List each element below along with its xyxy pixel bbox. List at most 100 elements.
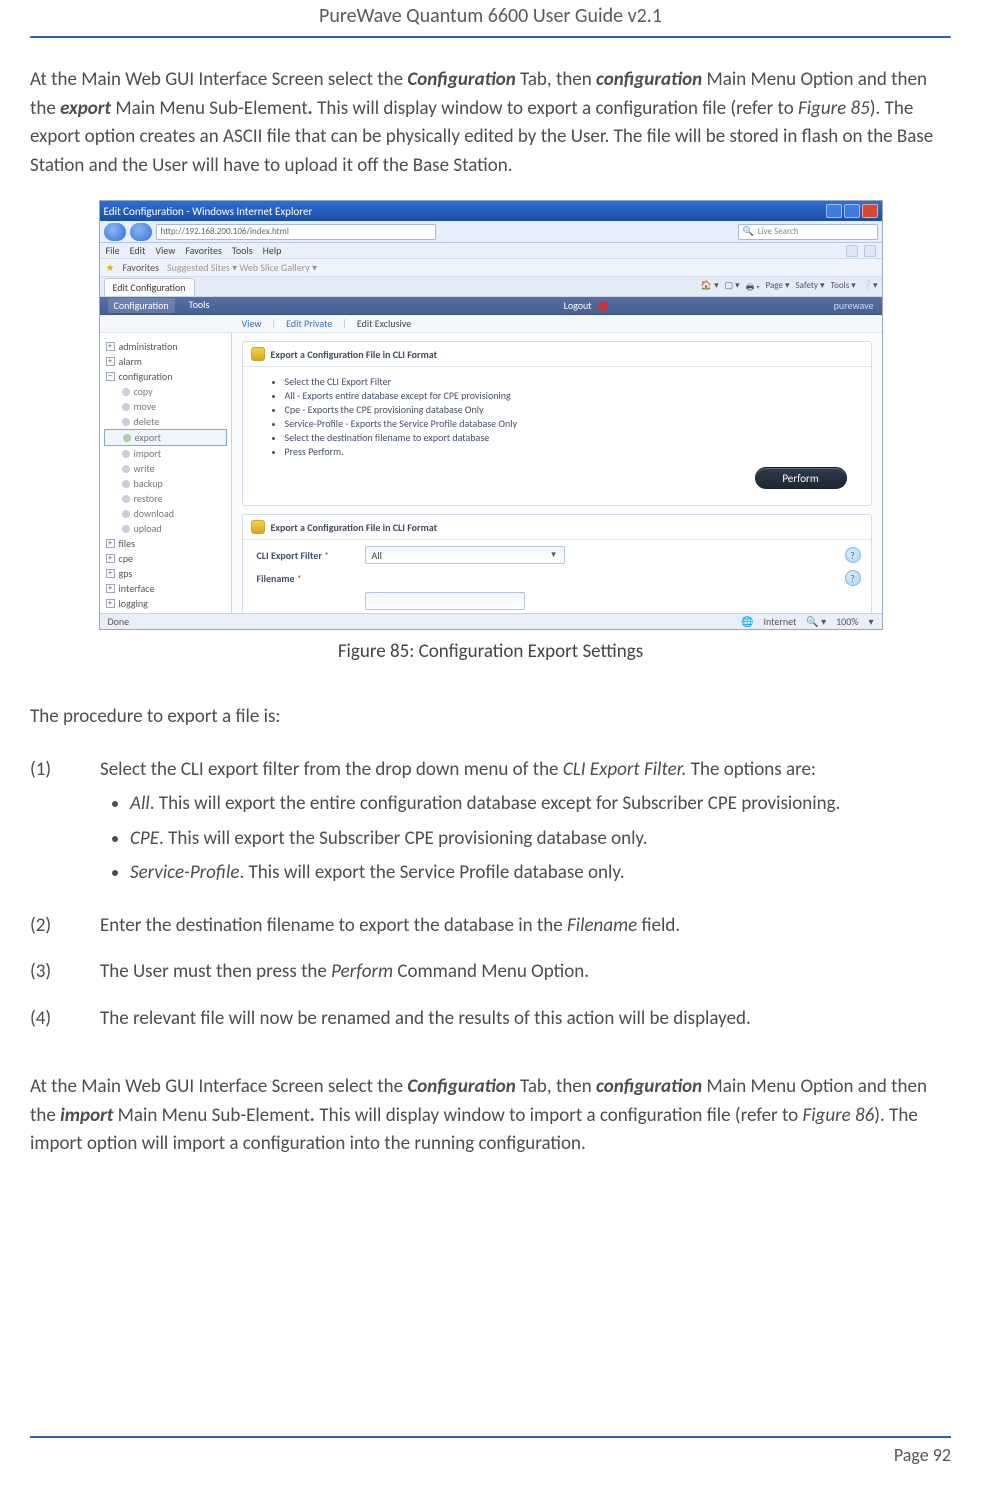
app-top-bar: Configuration Tools Logout purewave [100,297,882,315]
favorites-star-icon[interactable]: ★ [106,261,115,274]
tree-backup[interactable]: backup [104,476,227,491]
intro-paragraph-import: At the Main Web GUI Interface Screen sel… [30,1073,951,1159]
bullet-all: All. This will export the entire configu… [130,790,951,819]
menu-home-icon[interactable] [864,245,876,257]
step-4: (4) The relevant file will now be rename… [30,1005,951,1034]
browser-status-bar: Done 🌐 Internet 🔍 ▾ 100% ▾ [100,613,882,629]
cmd-home-icon[interactable]: 🏠 ▾ [701,280,719,296]
cmd-help-icon[interactable]: ❔▾ [862,280,878,296]
menu-close-tab-icon[interactable] [846,245,858,257]
step-2: (2) Enter the destination filename to ex… [30,912,951,941]
browser-command-bar: 🏠 ▾ ▢ ▾ 🖶 ▾ Page ▾ Safety ▾ Tools ▾ ❔▾ [701,280,878,296]
tree-cpe[interactable]: +cpe [104,551,227,566]
menu-extra-icons [846,245,876,257]
menu-edit[interactable]: Edit [130,244,146,257]
browser-tab[interactable]: Edit Configuration [104,278,195,296]
menu-file[interactable]: File [106,244,120,257]
cmd-print-icon[interactable]: 🖶 ▾ [746,280,760,296]
screenshot-ie-export: Edit Configuration - Windows Internet Ex… [99,200,883,630]
status-zoom[interactable]: 100% [836,615,858,628]
panel-title: Export a Configuration File in CLI Forma… [271,521,438,534]
tree-import[interactable]: import [104,446,227,461]
browser-menu-bar: File Edit View Favorites Tools Help [100,243,882,259]
logout-icon [598,301,608,311]
nav-back-icon[interactable] [104,223,126,241]
view-mode-edit-private[interactable]: Edit Private [286,317,332,330]
brand-label: purewave [834,299,874,312]
bullet-service-profile: Service-Profile. This will export the Se… [130,859,951,888]
menu-help[interactable]: Help [263,244,282,257]
cmd-tools[interactable]: Tools ▾ [831,280,856,296]
panel-icon [251,347,265,361]
browser-search-field[interactable]: 🔍 Live Search [738,224,878,240]
search-icon: 🔍 [743,226,754,237]
header-rule [30,36,951,38]
info-line: Service-Profile - Exports the Service Pr… [285,417,857,431]
figure-ref-86: Figure 86 [802,1104,874,1127]
favorites-label[interactable]: Favorites [122,261,159,274]
tree-files[interactable]: +files [104,536,227,551]
figure-caption: Figure 85: Configuration Export Settings [30,640,951,663]
panel-title: Export a Configuration File in CLI Forma… [271,348,438,361]
logout-link[interactable]: Logout [564,299,592,312]
doc-header: PureWave Quantum 6600 User Guide v2.1 [0,0,981,38]
info-line: Select the destination filename to expor… [285,431,857,445]
browser-address-bar: http://192.168.200.106/index.html 🔍 Live… [100,221,882,243]
tree-copy[interactable]: copy [104,384,227,399]
perform-button[interactable]: Perform [755,467,847,489]
status-zoom-icon: 🔍 ▾ [806,615,826,628]
cmd-page[interactable]: Page ▾ [766,280,790,296]
nav-tree[interactable]: +administration +alarm −configuration co… [100,333,232,613]
menu-view[interactable]: View [155,244,175,257]
status-zone: Internet [763,615,796,628]
browser-tab-strip: Edit Configuration 🏠 ▾ ▢ ▾ 🖶 ▾ Page ▾ Sa… [100,277,882,297]
main-content: Export a Configuration File in CLI Forma… [232,333,882,613]
tree-gps[interactable]: +gps [104,566,227,581]
filename-input[interactable] [365,592,525,610]
window-title: Edit Configuration - Windows Internet Ex… [104,205,313,218]
tree-administration[interactable]: +administration [104,339,227,354]
url-field[interactable]: http://192.168.200.106/index.html [156,224,436,240]
procedure-intro: The procedure to export a file is: [30,703,951,732]
favlinks[interactable]: Suggested Sites ▾ Web Slice Gallery ▾ [167,261,317,274]
view-mode-view[interactable]: View [242,317,262,330]
cli-export-filter-dropdown[interactable]: All ▼ [365,546,565,564]
info-line: Press Perform. [285,445,857,459]
status-done: Done [108,615,130,628]
tree-move[interactable]: move [104,399,227,414]
step-3: (3) The User must then press the Perform… [30,958,951,987]
panel-export-info: Export a Configuration File in CLI Forma… [242,341,872,506]
tree-delete[interactable]: delete [104,414,227,429]
info-line: All - Exports entire database except for… [285,389,857,403]
tree-upload[interactable]: upload [104,521,227,536]
menu-tools[interactable]: Tools [232,244,253,257]
tree-write[interactable]: write [104,461,227,476]
tree-restore[interactable]: restore [104,491,227,506]
cmd-safety[interactable]: Safety ▾ [796,280,825,296]
label-cli-export-filter: CLI Export Filter * [257,549,357,562]
status-zoom-caret[interactable]: ▾ [868,615,873,628]
close-button[interactable] [862,204,878,218]
view-mode-edit-exclusive[interactable]: Edit Exclusive [357,317,411,330]
nav-forward-icon[interactable] [130,223,152,241]
tree-alarm[interactable]: +alarm [104,354,227,369]
window-titlebar: Edit Configuration - Windows Internet Ex… [100,201,882,221]
bullet-cpe: CPE. This will export the Subscriber CPE… [130,825,951,854]
app-tab-tools[interactable]: Tools [189,298,210,313]
help-icon[interactable]: ? [845,547,861,563]
menu-favorites[interactable]: Favorites [185,244,222,257]
app-tab-configuration[interactable]: Configuration [108,298,175,313]
help-icon[interactable]: ? [845,570,861,586]
tree-logging[interactable]: +logging [104,596,227,611]
tree-configuration[interactable]: −configuration [104,369,227,384]
panel-icon [251,520,265,534]
maximize-button[interactable] [844,204,860,218]
chevron-down-icon: ▼ [550,550,558,560]
page-footer: Page 92 [30,1436,951,1466]
cmd-rss-icon[interactable]: ▢ ▾ [725,280,740,296]
tree-interface[interactable]: +interface [104,581,227,596]
info-line: Select the CLI Export Filter [285,375,857,389]
minimize-button[interactable] [826,204,842,218]
tree-export[interactable]: export [104,429,227,446]
tree-download[interactable]: download [104,506,227,521]
